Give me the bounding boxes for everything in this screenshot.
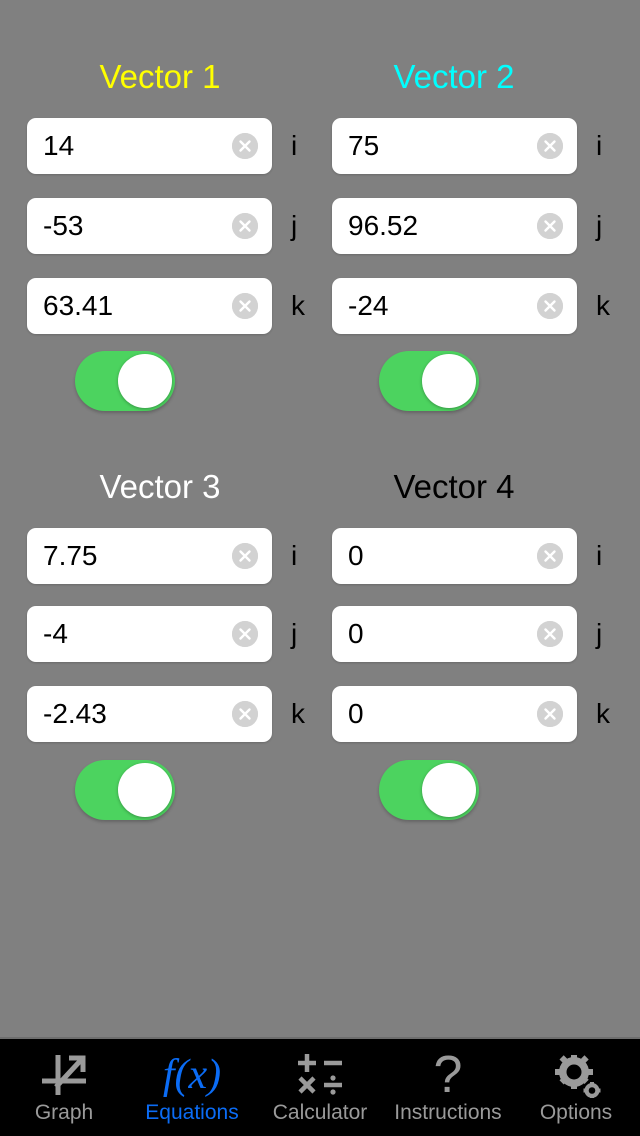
vector-2-j-field[interactable]: 96.52 — [332, 198, 577, 254]
vector-2-k-row: -24 k — [332, 278, 632, 334]
vector-2-toggle[interactable] — [379, 351, 479, 411]
vector-3-j-field[interactable]: -4 — [27, 606, 272, 662]
vector-4-j-unit: j — [596, 618, 603, 649]
vector-3-i-value: 7.75 — [43, 542, 98, 570]
vector-2-j-unit: j — [596, 210, 603, 241]
vector-3-k-unit: k — [291, 698, 305, 729]
vector-1-i-field[interactable]: 14 — [27, 118, 272, 174]
clear-icon[interactable] — [537, 543, 563, 569]
vector-1-i-row: 14 i — [27, 118, 327, 174]
fx-icon: f(x) — [162, 1052, 222, 1098]
vector-4-i-value: 0 — [348, 542, 364, 570]
vector-1-j-value: -53 — [43, 212, 84, 240]
vector-1-k-unit: k — [291, 290, 305, 321]
clear-icon[interactable] — [537, 133, 563, 159]
tab-equations[interactable]: f(x) Equations — [128, 1039, 256, 1136]
vector-3-i-unit: i — [291, 540, 298, 571]
vector-2-i-field[interactable]: 75 — [332, 118, 577, 174]
clear-icon[interactable] — [537, 701, 563, 727]
vector-4-j-value: 0 — [348, 620, 364, 648]
tab-graph[interactable]: Graph — [0, 1039, 128, 1136]
toggle-knob — [422, 354, 476, 408]
clear-icon[interactable] — [537, 621, 563, 647]
vector-1-i-unit: i — [291, 130, 298, 161]
vector-3-j-row: -4 j — [27, 606, 327, 662]
vector-4-toggle[interactable] — [379, 760, 479, 820]
vector-3-j-unit: j — [291, 618, 298, 649]
vector-4-j-field[interactable]: 0 — [332, 606, 577, 662]
toggle-knob — [118, 763, 172, 817]
vector-3-i-field[interactable]: 7.75 — [27, 528, 272, 584]
vector-3-toggle[interactable] — [75, 760, 175, 820]
vector-4-i-field[interactable]: 0 — [332, 528, 577, 584]
tab-bar: Graph f(x) Equations Calculator ? Instru… — [0, 1037, 640, 1136]
vector-2-k-field[interactable]: -24 — [332, 278, 577, 334]
vector-4-j-row: 0 j — [332, 606, 632, 662]
vector-1-j-field[interactable]: -53 — [27, 198, 272, 254]
gears-icon — [549, 1050, 603, 1100]
vector-2-k-unit: k — [596, 290, 610, 321]
tab-instructions-label: Instructions — [394, 1101, 502, 1124]
tab-options-label: Options — [539, 1101, 613, 1124]
question-mark-glyph: ? — [433, 1046, 463, 1104]
tab-options[interactable]: Options — [512, 1039, 640, 1136]
axes-arrow-icon — [38, 1050, 90, 1100]
vector-4-i-unit: i — [596, 540, 603, 571]
vector-3-i-row: 7.75 i — [27, 528, 327, 584]
vector-4-k-row: 0 k — [332, 686, 632, 742]
vector-2-title: Vector 2 — [393, 58, 515, 95]
vector-1-k-row: 63.41 k — [27, 278, 327, 334]
vector-4-title: Vector 4 — [393, 468, 515, 505]
clear-icon[interactable] — [537, 293, 563, 319]
clear-icon[interactable] — [232, 701, 258, 727]
vector-1-k-value: 63.41 — [43, 292, 114, 320]
vector-1-k-field[interactable]: 63.41 — [27, 278, 272, 334]
vector-3-j-value: -4 — [43, 620, 68, 648]
vector-2-j-value: 96.52 — [348, 212, 419, 240]
tab-calculator[interactable]: Calculator — [256, 1039, 384, 1136]
vector-4-k-value: 0 — [348, 700, 364, 728]
clear-icon[interactable] — [232, 293, 258, 319]
vector-3-k-field[interactable]: -2.43 — [27, 686, 272, 742]
tab-calculator-label: Calculator — [272, 1101, 368, 1124]
vector-2-j-row: 96.52 j — [332, 198, 632, 254]
vector-2-i-value: 75 — [348, 132, 380, 160]
vector-4-i-row: 0 i — [332, 528, 632, 584]
vector-2-i-row: 75 i — [332, 118, 632, 174]
vector-1-title: Vector 1 — [99, 58, 221, 95]
tab-graph-label: Graph — [34, 1101, 94, 1124]
clear-icon[interactable] — [232, 213, 258, 239]
equations-screen: Vector 1 14 i -53 j 63.41 k Vector 2 75 … — [0, 0, 640, 1136]
clear-icon[interactable] — [537, 213, 563, 239]
vector-3-k-row: -2.43 k — [27, 686, 327, 742]
clear-icon[interactable] — [232, 133, 258, 159]
operators-icon — [293, 1050, 347, 1100]
vector-1-i-value: 14 — [43, 132, 75, 160]
toggle-knob — [422, 763, 476, 817]
vector-4-k-field[interactable]: 0 — [332, 686, 577, 742]
vector-1-j-row: -53 j — [27, 198, 327, 254]
vector-3-title: Vector 3 — [99, 468, 221, 505]
vector-3-k-value: -2.43 — [43, 700, 107, 728]
question-mark-icon: ? — [433, 1046, 463, 1104]
vector-1-toggle[interactable] — [75, 351, 175, 411]
vector-1-j-unit: j — [291, 210, 298, 241]
clear-icon[interactable] — [232, 543, 258, 569]
vector-4-k-unit: k — [596, 698, 610, 729]
tab-equations-label: Equations — [145, 1101, 239, 1124]
clear-icon[interactable] — [232, 621, 258, 647]
vector-2-k-value: -24 — [348, 292, 389, 320]
tab-instructions[interactable]: ? Instructions — [384, 1039, 512, 1136]
vector-2-i-unit: i — [596, 130, 603, 161]
toggle-knob — [118, 354, 172, 408]
